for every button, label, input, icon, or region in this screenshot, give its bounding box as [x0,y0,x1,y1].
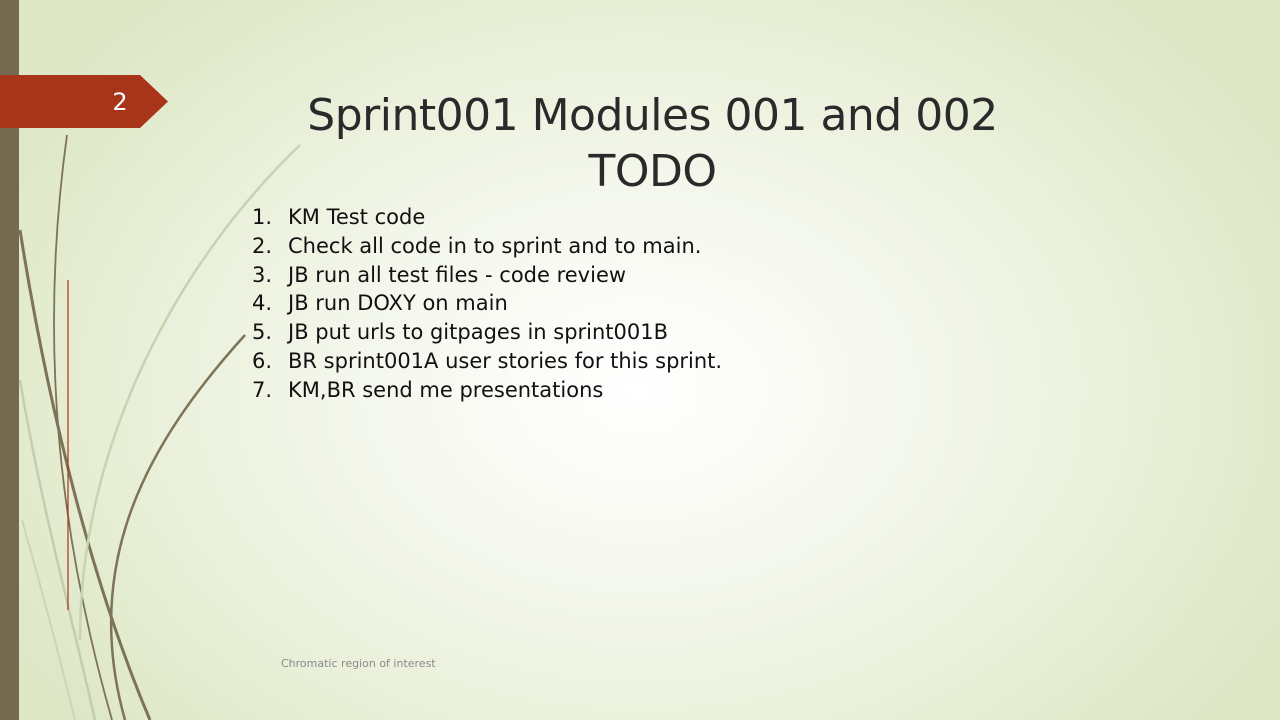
curve-light-bottom [21,519,76,720]
todo-item: 6. BR sprint001A user stories for this s… [252,347,892,376]
slide-footer: Chromatic region of interest [281,657,436,670]
slide-number: 2 [112,88,128,116]
todo-item-number: 6. [252,348,273,373]
slide-title: Sprint001 Modules 001 and 002 TODO [307,90,998,197]
todo-item-text: KM Test code [288,205,426,229]
todo-item-text: KM,BR send me presentations [288,377,604,402]
todo-item-text: Check all code in to sprint and to main. [288,233,702,258]
todo-item-text: JB run all test files - code review [288,262,627,287]
todo-item-number: 4. [252,291,273,316]
todo-item-number: 5. [252,320,273,345]
todo-item-text: BR sprint001A user stories for this spri… [288,348,723,373]
todo-item: 3. JB run all test files - code review [252,261,892,290]
curve-olive-long [18,229,152,720]
curve-olive-thin [53,134,113,720]
todo-item-text: JB put urls to gitpages in sprint001B [288,320,669,345]
todo-item: 2. Check all code in to sprint and to ma… [252,232,892,261]
todo-item-number: 2. [252,233,273,258]
todo-item-text: JB run DOXY on main [288,291,508,316]
todo-item-number: 1. [252,205,273,229]
todo-item: 7. KM,BR send me presentations [252,376,892,405]
todo-item: 1. KM Test code [252,203,892,232]
todo-item: 4. JB run DOXY on main [252,289,892,318]
todo-item-number: 7. [252,377,273,402]
slide-number-tab [0,75,168,128]
todo-list: 1. KM Test code 2. Check all code in to … [252,203,892,405]
todo-item: 5. JB put urls to gitpages in sprint001B [252,318,892,347]
todo-item-number: 3. [252,262,273,287]
